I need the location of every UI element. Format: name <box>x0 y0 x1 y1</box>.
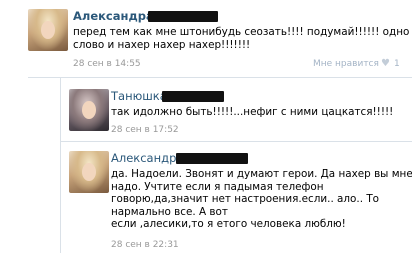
divider <box>60 141 412 142</box>
author-name[interactable]: Александра <box>73 9 154 23</box>
heart-icon[interactable]: ♥ <box>381 58 390 69</box>
comment-date[interactable]: 28 сен в 17:52 <box>111 125 179 135</box>
comment-line: слово и нахер нахер нахер!!!!!!! <box>73 38 251 51</box>
comment-line: говорю,да,значит нет настроения.если.. а… <box>111 193 380 206</box>
comment-date[interactable]: 28 сен в 22:31 <box>111 240 179 250</box>
avatar[interactable] <box>28 9 68 51</box>
redaction-bar <box>176 153 248 164</box>
redaction-bar <box>148 11 218 22</box>
redaction-bar <box>162 91 224 102</box>
comment-line: так идолжно быть!!!!!...нефиг с ними цац… <box>111 106 394 118</box>
like-label[interactable]: Мне нравится <box>313 59 379 69</box>
divider <box>28 77 412 78</box>
author-name[interactable]: Танюшка <box>111 89 167 103</box>
comment-text: перед тем как мне штонибудь сеозать!!!! … <box>73 26 409 51</box>
comment-line: да. Надоели. Звонят и думают герои. Да н… <box>111 168 412 180</box>
like-count: 1 <box>394 59 400 69</box>
comment-text: так идолжно быть!!!!!...нефиг с ними цац… <box>111 106 393 119</box>
comment-line: надо. Учтите если я падымая телефон <box>111 180 324 193</box>
comment-line: нармально все. А вот <box>111 205 228 218</box>
thread-line <box>60 78 61 253</box>
avatar[interactable] <box>69 151 109 193</box>
author-name[interactable]: Александра <box>111 151 183 165</box>
comment-text: да. Надоели. Звонят и думают герои. Да н… <box>111 168 412 231</box>
avatar[interactable] <box>69 89 109 131</box>
comment-line: если ,алесики,то я етого человека люблю! <box>111 218 346 231</box>
comment-line: перед тем как мне штонибудь сеозать!!!! … <box>73 26 410 38</box>
comment-date[interactable]: 28 сен в 14:55 <box>73 59 141 69</box>
